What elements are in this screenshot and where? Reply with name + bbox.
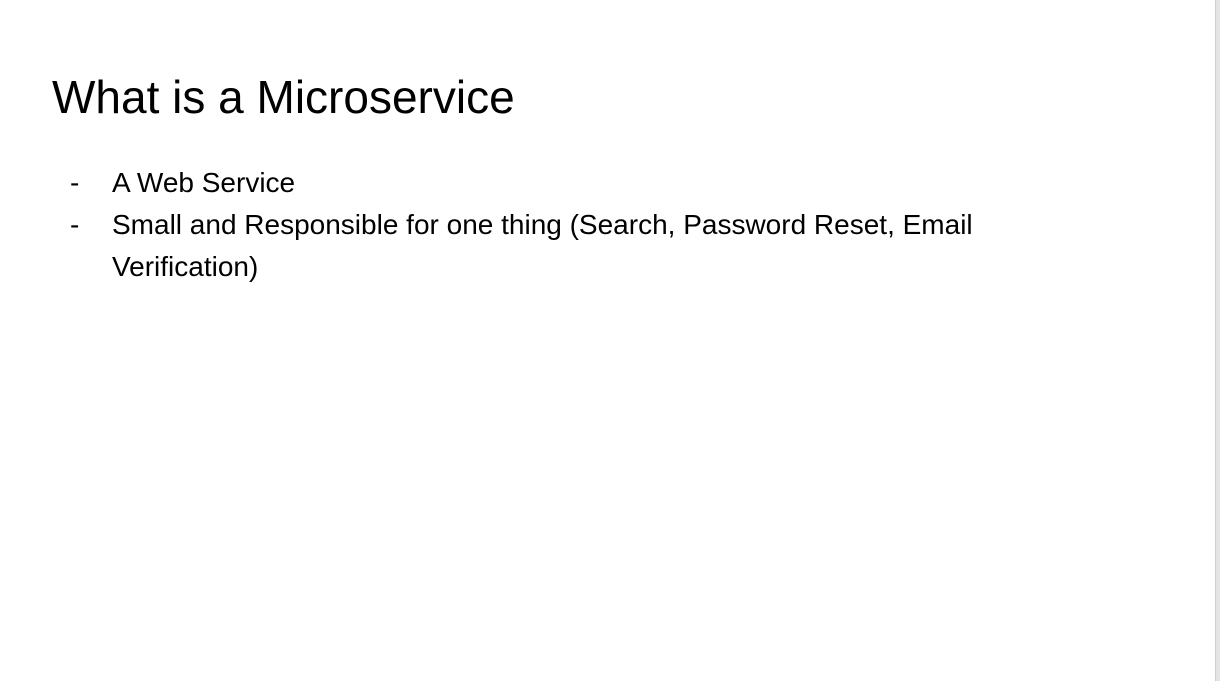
list-item: - Small and Responsible for one thing (S… <box>70 204 1070 288</box>
bullet-marker: - <box>70 167 80 198</box>
bullet-text: A Web Service <box>112 167 296 198</box>
slide: What is a Microservice - A Web Service -… <box>0 0 1220 681</box>
bullet-list: - A Web Service - Small and Responsible … <box>70 162 1070 288</box>
bullet-text: Small and Responsible for one thing (Sea… <box>112 209 973 282</box>
window-edge <box>1215 0 1220 681</box>
bullet-marker: - <box>70 209 80 240</box>
list-item: - A Web Service <box>70 162 1070 204</box>
slide-title: What is a Microservice <box>52 71 515 123</box>
